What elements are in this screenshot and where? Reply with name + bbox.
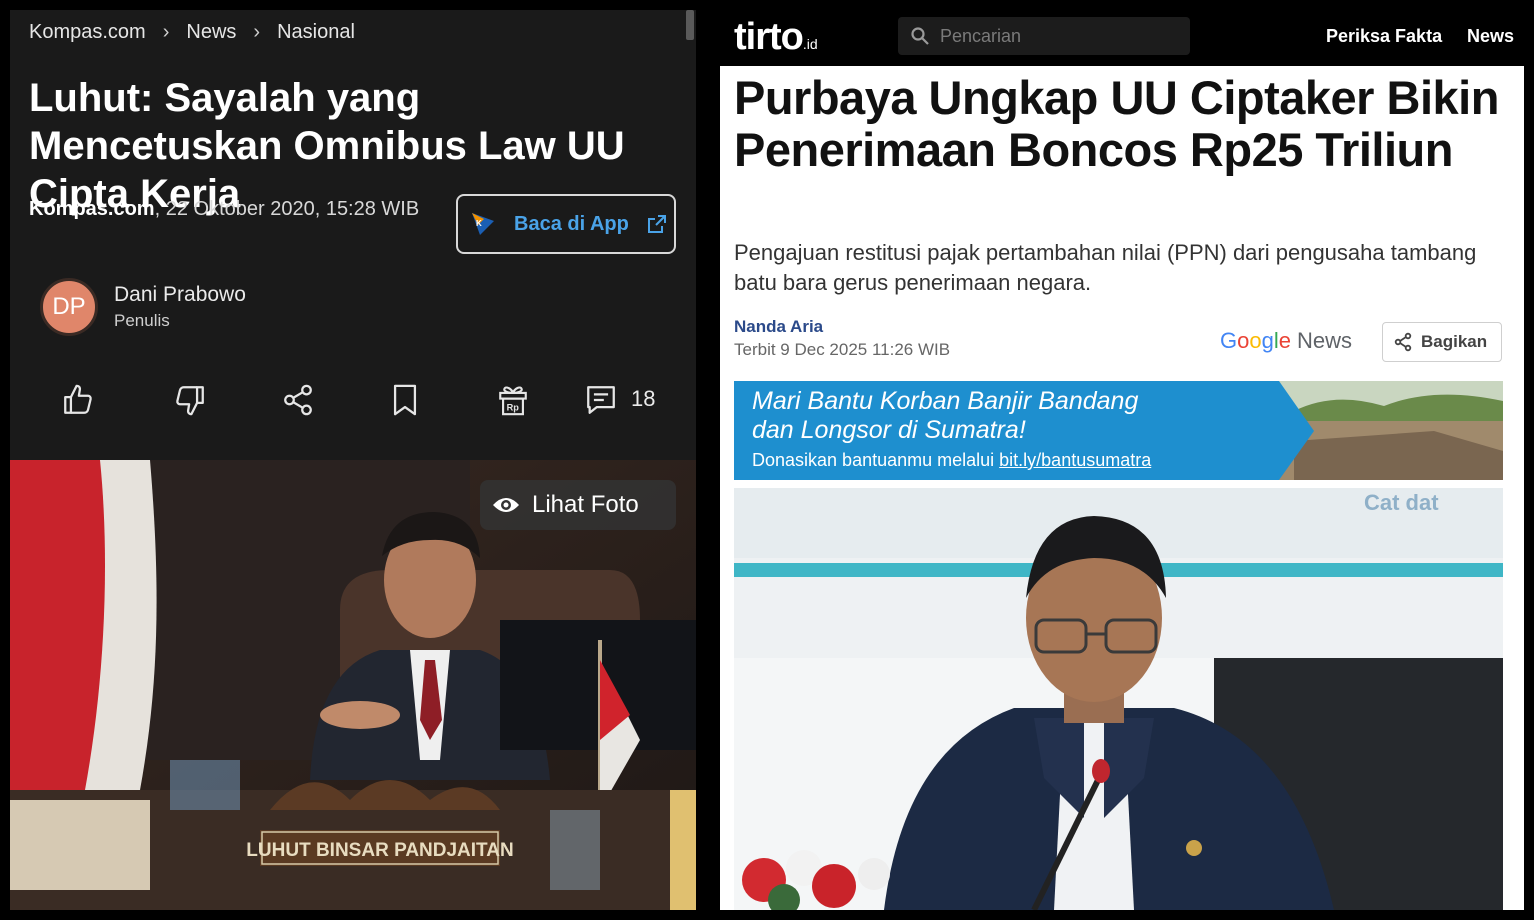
nav-link-news[interactable]: News [1467,26,1514,47]
logo-suffix: .id [802,36,818,52]
share-label: Bagikan [1421,332,1488,351]
external-link-icon [647,215,666,233]
scrollbar[interactable] [686,10,694,40]
publish-date: Terbit 9 Dec 2025 11:26 WIB [734,340,951,359]
breadcrumb-item-kompas[interactable]: Kompas.com [29,21,146,44]
photo-illustration: Cat dat [734,488,1503,910]
donation-banner[interactable]: Mari Bantu Korban Banjir Bandang dan Lon… [734,381,1503,480]
google-logo: Google [1220,328,1292,353]
breadcrumb: Kompas.com › News › Nasional [29,21,355,44]
article-meta: Kompas.com, 22 Oktober 2020, 15:28 WIB [29,194,429,224]
breadcrumb-separator: › [162,21,170,43]
gift-rp-icon: Rp [499,386,527,416]
banner-subtext: Donasikan bantuanmu melalui [752,450,1000,470]
author-name[interactable]: Dani Prabowo [114,283,246,307]
read-in-app-button[interactable]: K Baca di App [456,194,676,254]
author-role: Penulis [114,311,170,330]
dislike-button[interactable] [170,380,210,420]
google-news-button[interactable]: Google News [1220,328,1352,354]
svg-text:Rp: Rp [507,403,520,413]
share-icon [284,384,312,416]
article-title: Purbaya Ungkap UU Ciptaker Bikin Penerim… [734,71,1499,176]
bookmark-button[interactable] [385,380,425,420]
kompas-app-icon: K [472,213,494,235]
comment-icon [587,386,615,414]
view-photo-label: Lihat Foto [532,491,639,518]
comment-button[interactable] [581,380,621,420]
article-date: , 22 Oktober 2020, 15:28 WIB [154,198,420,220]
view-photo-button[interactable]: Lihat Foto [480,480,676,530]
breadcrumb-item-nasional[interactable]: Nasional [277,21,355,44]
banner-headline-1: Mari Bantu Korban Banjir Bandang [752,387,1139,415]
eye-icon [493,498,519,512]
gift-button[interactable]: Rp [493,380,533,420]
google-news-label: News [1297,328,1353,353]
nameplate-text: LUHUT BINSAR PANDJAITAN [246,840,513,861]
author-block[interactable]: DP Dani Prabowo Penulis [40,278,246,336]
banner-headline-2: dan Longsor di Sumatra! [752,416,1026,444]
banner-donation-link[interactable]: bit.ly/bantusumatra [999,450,1151,470]
article-lead: Pengajuan restitusi pajak pertambahan ni… [734,240,1477,295]
comment-count: 18 [631,386,656,411]
article-photo-purbaya[interactable]: Cat dat [734,488,1503,910]
top-navbar: tirto.id Periksa Fakta News [720,10,1524,66]
search-input[interactable] [940,25,1170,47]
article-source[interactable]: Kompas.com [29,198,155,220]
article-photo-luhut[interactable]: LUHUT BINSAR PANDJAITAN Lihat Foto [10,460,696,910]
like-button[interactable] [58,380,98,420]
breadcrumb-separator: › [253,21,261,43]
svg-text:K: K [476,219,482,228]
site-logo[interactable]: tirto.id [734,16,818,59]
avatar: DP [40,278,98,336]
tirto-article-panel: tirto.id Periksa Fakta News Purbaya Ungk… [720,10,1524,910]
thumbs-up-icon [64,384,92,414]
logo-text: tirto [734,16,804,58]
svg-text:Cat dat: Cat dat [1364,490,1439,515]
thumbs-down-icon [176,386,204,416]
read-in-app-label: Baca di App [514,212,629,235]
kompas-article-panel: Kompas.com › News › Nasional Luhut: Saya… [10,10,696,910]
author-name[interactable]: Nanda Aria [734,317,823,337]
share-button[interactable]: Bagikan [1382,322,1502,362]
share-button[interactable] [278,380,318,420]
bookmark-icon [393,384,417,416]
search-box[interactable] [898,17,1190,55]
nav-link-periksa-fakta[interactable]: Periksa Fakta [1326,26,1442,47]
action-bar: Rp 18 [10,380,696,420]
breadcrumb-item-news[interactable]: News [186,21,236,44]
search-icon [911,27,929,45]
share-icon [1394,332,1412,352]
